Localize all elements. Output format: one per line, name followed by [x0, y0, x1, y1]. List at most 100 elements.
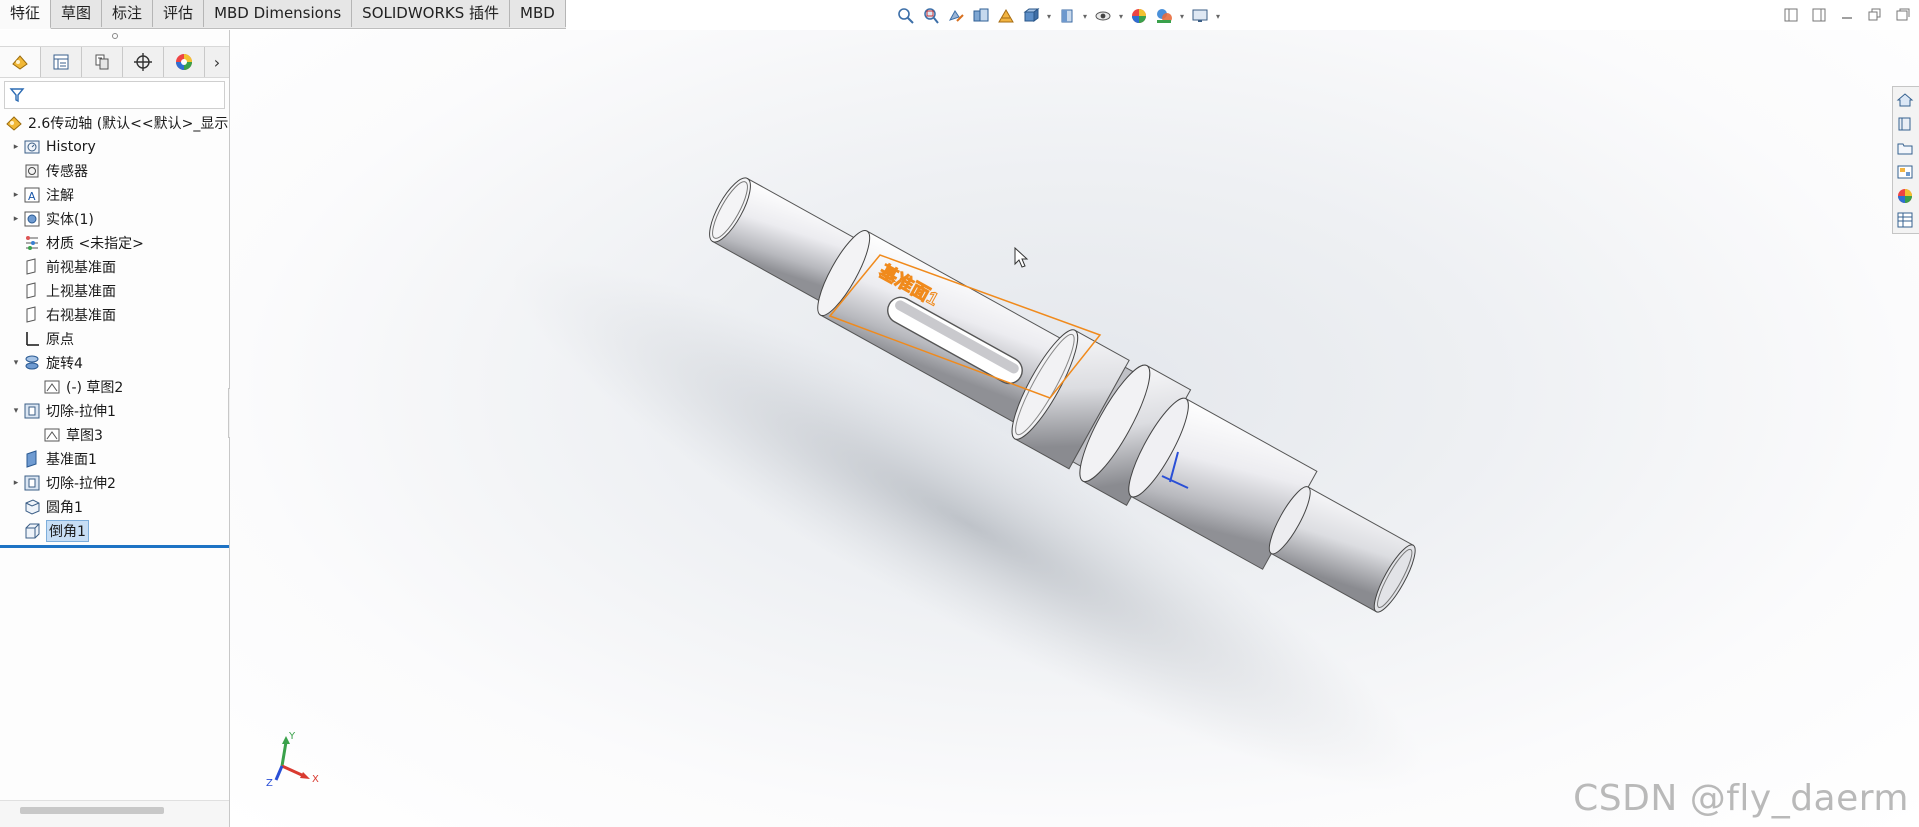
expand-arrow-icon[interactable]: ▸ [10, 214, 22, 224]
tree-item-label: 切除-拉伸2 [46, 476, 116, 492]
window-controls [1781, 6, 1913, 24]
minimize-icon[interactable] [1837, 6, 1857, 24]
tree-item[interactable]: ▸ History [0, 135, 229, 159]
tree-item-label: 右视基准面 [46, 308, 116, 324]
custom-properties-icon[interactable] [1893, 209, 1917, 231]
horizontal-scrollbar[interactable] [0, 800, 229, 827]
tree-item[interactable]: 传感器 [0, 159, 229, 183]
tree-item[interactable]: ▾ 切除-拉伸1 [0, 399, 229, 423]
panel-grip[interactable] [0, 30, 229, 42]
command-manager-tabs: 特征 草图 标注 评估 MBD Dimensions SOLIDWORKS 插件… [0, 0, 566, 29]
file-explorer-icon[interactable] [1893, 137, 1917, 159]
plane-icon [22, 281, 42, 301]
chevron-down-icon[interactable]: ▾ [1045, 12, 1053, 21]
chevron-right-icon[interactable]: › [205, 47, 229, 77]
view-settings-icon[interactable] [1189, 5, 1211, 27]
material-icon [22, 233, 42, 253]
chevron-down-icon[interactable]: ▾ [1214, 12, 1222, 21]
cut-extrude-icon [22, 473, 42, 493]
display-style-icon[interactable] [1056, 5, 1078, 27]
expand-arrow-icon[interactable]: ▸ [10, 142, 22, 152]
tree-item[interactable]: 基准面1 [0, 447, 229, 471]
more-window-icon[interactable] [1893, 6, 1913, 24]
tree-item[interactable]: 原点 [0, 327, 229, 351]
tree-item[interactable]: ▸ 实体(1) [0, 207, 229, 231]
graphics-area[interactable]: 基准面1 CSDN @fly_daerm [230, 30, 1919, 827]
zoom-to-fit-icon[interactable] [895, 5, 917, 27]
previous-view-icon[interactable] [945, 5, 967, 27]
rollback-bar[interactable] [0, 545, 229, 548]
tab-evaluate[interactable]: 评估 [153, 0, 205, 27]
tree-item-label: 传感器 [46, 164, 88, 180]
tree-item[interactable]: ▸ 切除-拉伸2 [0, 471, 229, 495]
tree-root-part[interactable]: 2.6传动轴 (默认<<默认>_显示 [0, 111, 229, 135]
dynamic-annotation-icon[interactable] [995, 5, 1017, 27]
feature-manager-icon[interactable] [0, 47, 41, 77]
tree-item-label: 实体(1) [46, 212, 94, 228]
tree-item[interactable]: 草图3 [0, 423, 229, 447]
chamfer-icon [22, 521, 42, 541]
origin-icon [22, 329, 42, 349]
tree-item-label: 旋转4 [46, 356, 83, 372]
shaft-model: 基准面1 [511, 177, 1426, 790]
zoom-to-area-icon[interactable] [920, 5, 942, 27]
configuration-manager-icon[interactable] [82, 47, 123, 77]
tree-item-label: (-) 草图2 [66, 380, 124, 396]
tab-mbd[interactable]: MBD [510, 0, 566, 27]
heads-up-view-toolbar: ▾ ▾ ▾ ▾ ▾ [895, 4, 1222, 28]
tree-item[interactable]: 圆角1 [0, 495, 229, 519]
tile-left-icon[interactable] [1781, 6, 1801, 24]
restore-icon[interactable] [1865, 6, 1885, 24]
tree-item[interactable]: (-) 草图2 [0, 375, 229, 399]
tree-item-label: 切除-拉伸1 [46, 404, 116, 420]
task-pane-tabs [1892, 86, 1919, 234]
apply-scene-icon[interactable] [1153, 5, 1175, 27]
solid-bodies-icon [22, 209, 42, 229]
section-view-icon[interactable] [970, 5, 992, 27]
tab-solidworks-addins[interactable]: SOLIDWORKS 插件 [352, 0, 511, 27]
tree-item[interactable]: ▸ A 注解 [0, 183, 229, 207]
tab-features[interactable]: 特征 [0, 0, 52, 29]
tree-item-label: 草图3 [66, 428, 103, 444]
tree-item[interactable]: 倒角1 [0, 519, 229, 543]
chevron-down-icon[interactable]: ▾ [1178, 12, 1186, 21]
design-library-icon[interactable] [1893, 113, 1917, 135]
tree-item[interactable]: ▾ 旋转4 [0, 351, 229, 375]
tree-filter-input[interactable] [4, 81, 225, 109]
triad-y-label: Y [288, 731, 296, 742]
display-manager-icon[interactable] [164, 47, 205, 77]
tree-item[interactable]: 前视基准面 [0, 255, 229, 279]
filter-icon [9, 88, 25, 103]
tree-item[interactable]: 右视基准面 [0, 303, 229, 327]
hide-show-icon[interactable] [1092, 5, 1114, 27]
collapse-arrow-icon[interactable]: ▾ [10, 406, 22, 416]
tree-item-label: 圆角1 [46, 500, 83, 516]
tab-sketch[interactable]: 草图 [51, 0, 103, 27]
collapse-arrow-icon[interactable]: ▾ [10, 358, 22, 368]
tree-item-label: 前视基准面 [46, 260, 116, 276]
view-palette-icon[interactable] [1893, 161, 1917, 183]
tab-mbd-dimensions[interactable]: MBD Dimensions [204, 0, 353, 27]
tree-item-label: 倒角1 [46, 520, 89, 542]
sketch-icon [42, 425, 62, 445]
home-icon[interactable] [1893, 89, 1917, 111]
tree-item-label: 上视基准面 [46, 284, 116, 300]
tile-right-icon[interactable] [1809, 6, 1829, 24]
scrollbar-thumb[interactable] [20, 807, 164, 814]
reference-triad[interactable]: Y X Z [262, 728, 322, 788]
view-orientation-icon[interactable] [1020, 5, 1042, 27]
edit-appearance-icon[interactable] [1128, 5, 1150, 27]
sketch-icon [42, 377, 62, 397]
history-folder-icon [22, 137, 42, 157]
chevron-down-icon[interactable]: ▾ [1117, 12, 1125, 21]
expand-arrow-icon[interactable]: ▸ [10, 190, 22, 200]
property-manager-icon[interactable] [41, 47, 82, 77]
tab-markup[interactable]: 标注 [102, 0, 154, 27]
expand-arrow-icon[interactable]: ▸ [10, 478, 22, 488]
triad-z-label: Z [266, 778, 273, 788]
appearances-icon[interactable] [1893, 185, 1917, 207]
tree-item[interactable]: 材质 <未指定> [0, 231, 229, 255]
tree-item[interactable]: 上视基准面 [0, 279, 229, 303]
dimxpert-manager-icon[interactable] [123, 47, 164, 77]
chevron-down-icon[interactable]: ▾ [1081, 12, 1089, 21]
